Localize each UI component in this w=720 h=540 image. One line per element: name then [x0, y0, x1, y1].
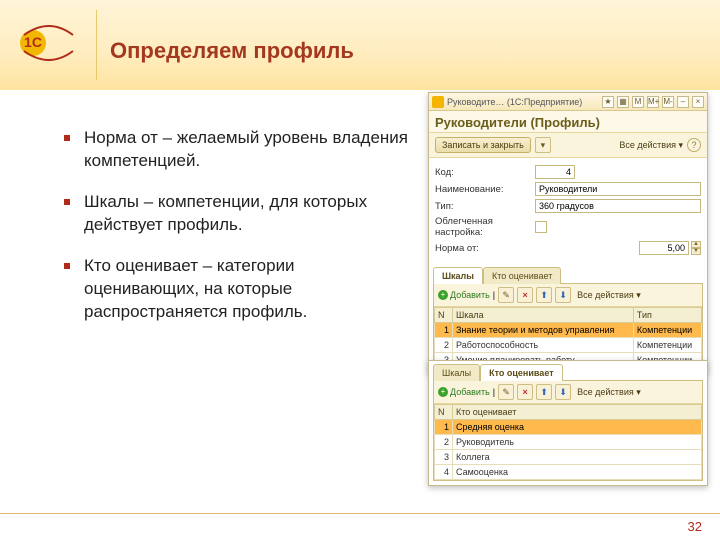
header-divider: [96, 10, 97, 80]
light-label: Облегченная настройка:: [435, 216, 535, 238]
table-row[interactable]: 1 Знание теории и методов управления Ком…: [435, 323, 702, 338]
memory-mplus-button[interactable]: M+: [647, 96, 659, 108]
code-label: Код:: [435, 167, 535, 178]
slide-header: 1C Определяем профиль: [0, 0, 720, 90]
all-actions-menu[interactable]: Все действия ▾: [577, 387, 641, 398]
type-field[interactable]: [535, 199, 701, 213]
titlebar-button[interactable]: ★: [602, 96, 614, 108]
col-n: N: [435, 308, 453, 323]
form-title: Руководители (Профиль): [429, 111, 707, 133]
divider: |: [493, 290, 495, 300]
close-button[interactable]: ×: [692, 96, 704, 108]
memory-m-button[interactable]: M: [632, 96, 644, 108]
col-n: N: [435, 405, 453, 420]
name-field[interactable]: [535, 182, 701, 196]
move-down-icon[interactable]: ⬇: [555, 384, 571, 400]
light-checkbox[interactable]: [535, 221, 547, 233]
form-toolbar: Записать и закрыть ▾ Все действия ▾ ?: [429, 133, 707, 158]
memory-mminus-button[interactable]: M-: [662, 96, 674, 108]
titlebar-text: Руководите… (1С:Предприятие): [447, 97, 599, 107]
norm-spinner[interactable]: ▲▼: [691, 241, 701, 255]
save-and-close-button[interactable]: Записать и закрыть: [435, 137, 531, 153]
titlebar-button[interactable]: ▦: [617, 96, 629, 108]
logo-1c: 1C: [18, 18, 80, 68]
move-up-icon[interactable]: ⬆: [536, 287, 552, 303]
code-field[interactable]: [535, 165, 575, 179]
help-icon[interactable]: ?: [687, 138, 701, 152]
delete-icon[interactable]: ×: [517, 287, 533, 303]
scales-grid: N Шкала Тип 1 Знание теории и методов уп…: [434, 307, 702, 368]
edit-icon[interactable]: ✎: [498, 384, 514, 400]
col-scale: Шкала: [453, 308, 634, 323]
name-label: Наименование:: [435, 184, 535, 195]
app-window: Руководите… (1С:Предприятие) ★ ▦ M M+ M-…: [428, 92, 708, 374]
move-up-icon[interactable]: ⬆: [536, 384, 552, 400]
divider: |: [493, 387, 495, 397]
tab-raters[interactable]: Кто оценивает: [483, 267, 561, 284]
svg-text:1C: 1C: [24, 34, 42, 50]
edit-icon[interactable]: ✎: [498, 287, 514, 303]
bullet-item: Норма от – желаемый уровень владения ком…: [80, 127, 410, 173]
table-row[interactable]: 2 Работоспособность Компетенции: [435, 338, 702, 353]
page-number: 32: [688, 519, 702, 534]
bullet-list: Норма от – желаемый уровень владения ком…: [40, 127, 410, 342]
minimize-button[interactable]: –: [677, 96, 689, 108]
table-row[interactable]: 1 Средняя оценка: [435, 420, 702, 435]
tabstrip: Шкалы Кто оценивает: [433, 266, 707, 283]
all-actions-menu[interactable]: Все действия ▾: [619, 140, 683, 151]
table-row[interactable]: 2 Руководитель: [435, 435, 702, 450]
tab-scales[interactable]: Шкалы: [433, 267, 483, 284]
type-label: Тип:: [435, 201, 535, 212]
app-icon: [432, 96, 444, 108]
all-actions-menu[interactable]: Все действия ▾: [577, 290, 641, 301]
table-row[interactable]: 3 Коллега: [435, 450, 702, 465]
raters-panel: +Добавить | ✎ × ⬆ ⬇ Все действия ▾ N Кто…: [433, 380, 703, 481]
raters-fragment: Шкалы Кто оценивает +Добавить | ✎ × ⬆ ⬇ …: [428, 360, 708, 486]
norm-label: Норма от:: [435, 243, 535, 254]
raters-grid: N Кто оценивает 1 Средняя оценка 2 Руков…: [434, 404, 702, 480]
footer-divider: [0, 513, 720, 514]
col-type: Тип: [633, 308, 701, 323]
delete-icon[interactable]: ×: [517, 384, 533, 400]
add-button[interactable]: +Добавить: [438, 290, 490, 300]
move-down-icon[interactable]: ⬇: [555, 287, 571, 303]
toolbar-extra-button[interactable]: ▾: [535, 137, 551, 153]
bullet-item: Кто оценивает – категории оценивающих, н…: [80, 255, 410, 324]
bullet-item: Шкалы – компетенции, для которых действу…: [80, 191, 410, 237]
tab-raters[interactable]: Кто оценивает: [480, 364, 563, 381]
add-button[interactable]: +Добавить: [438, 387, 490, 397]
slide-title: Определяем профиль: [110, 38, 354, 64]
scales-panel: +Добавить | ✎ × ⬆ ⬇ Все действия ▾ N Шка…: [433, 283, 703, 369]
norm-field[interactable]: [639, 241, 689, 255]
table-row[interactable]: 4 Самооценка: [435, 465, 702, 480]
titlebar: Руководите… (1С:Предприятие) ★ ▦ M M+ M-…: [429, 93, 707, 111]
col-who: Кто оценивает: [453, 405, 702, 420]
tab-scales[interactable]: Шкалы: [433, 364, 480, 381]
